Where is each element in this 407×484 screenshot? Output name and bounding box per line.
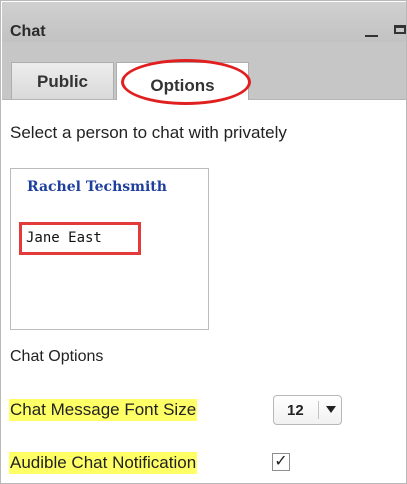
audible-notification-label: Audible Chat Notification bbox=[9, 452, 198, 474]
font-size-value: 12 bbox=[287, 402, 304, 419]
private-chat-instruction: Select a person to chat with privately bbox=[10, 123, 287, 142]
font-size-label: Chat Message Font Size bbox=[9, 399, 198, 421]
dropdown-divider bbox=[318, 401, 319, 419]
minimize-icon[interactable] bbox=[365, 35, 378, 37]
font-size-dropdown[interactable]: 12 bbox=[273, 395, 342, 425]
person-item[interactable]: Rachel Techsmith bbox=[27, 179, 167, 195]
audible-notification-checkbox[interactable]: ✓ bbox=[272, 453, 290, 471]
tab-public[interactable]: Public bbox=[11, 62, 114, 99]
maximize-icon[interactable] bbox=[394, 25, 406, 34]
person-item-highlighted[interactable]: Jane East bbox=[19, 222, 141, 255]
chevron-down-icon[interactable] bbox=[326, 406, 336, 413]
chat-options-heading: Chat Options bbox=[10, 348, 104, 365]
person-list[interactable]: Rachel Techsmith Jane East bbox=[10, 168, 209, 330]
chat-panel: Chat Public Options Select a person to c… bbox=[0, 0, 407, 484]
panel-title: Chat bbox=[10, 23, 46, 40]
annotation-circle bbox=[121, 59, 251, 105]
title-bar: Chat bbox=[2, 2, 406, 42]
